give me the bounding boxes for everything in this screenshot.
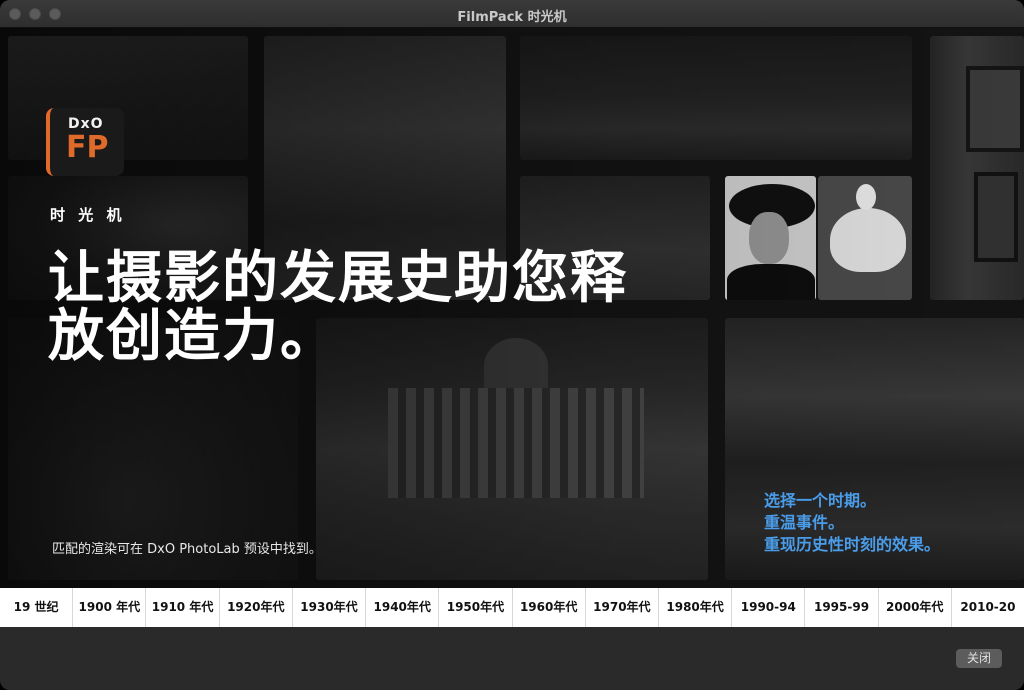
decade-1930s[interactable]: 1930年代 (293, 588, 367, 627)
footer-bar: 关闭 (0, 627, 1024, 690)
decade-1995-99[interactable]: 1995-99 (805, 588, 879, 627)
headline-line-1: 让摄影的发展史助您释 (48, 246, 628, 311)
dxo-filmpack-logo: DxO FP (46, 108, 124, 176)
decade-1940s[interactable]: 1940年代 (366, 588, 440, 627)
decade-1900s[interactable]: 1900 年代 (73, 588, 147, 627)
decade-1970s[interactable]: 1970年代 (586, 588, 659, 627)
decade-1950s[interactable]: 1950年代 (439, 588, 513, 627)
presets-footnote: 匹配的渲染可在 DxO PhotoLab 预设中找到。 (52, 542, 322, 557)
logo-product: FP (66, 130, 109, 165)
decade-selector: 19 世纪 1900 年代 1910 年代 1920年代 1930年代 1940… (0, 588, 1024, 627)
close-button[interactable]: 关闭 (956, 649, 1002, 668)
headline-line-2: 放创造力。 (48, 304, 338, 369)
decade-1960s[interactable]: 1960年代 (513, 588, 586, 627)
section-kicker: 时 光 机 (50, 206, 126, 224)
hero-collage: DxO FP 时 光 机 让摄影的发展史助您释 放创造力。 匹配的渲染可在 Dx… (0, 28, 1024, 588)
decade-2000s[interactable]: 2000年代 (879, 588, 952, 627)
tagline-line-1: 选择一个时期。 (764, 491, 877, 510)
decade-1920s[interactable]: 1920年代 (220, 588, 293, 627)
hero-headline: 让摄影的发展史助您释 放创造力。 (48, 250, 668, 366)
tagline-line-3: 重现历史性时刻的效果。 (764, 535, 941, 554)
tagline: 选择一个时期。 重温事件。 重现历史性时刻的效果。 (764, 490, 940, 556)
filmpack-window: FilmPack 时光机 DxO FP 时 光 机 让摄影的发展史助您释 放创造… (0, 0, 1024, 690)
tagline-line-2: 重温事件。 (764, 513, 845, 532)
decade-2010-20[interactable]: 2010-20 (952, 588, 1024, 627)
decade-19th-century[interactable]: 19 世纪 (0, 588, 74, 627)
decade-1980s[interactable]: 1980年代 (659, 588, 733, 627)
window-title: FilmPack 时光机 (457, 10, 567, 25)
decade-1990-94[interactable]: 1990-94 (732, 588, 806, 627)
title-bar: FilmPack 时光机 (0, 0, 1024, 28)
decade-1910s[interactable]: 1910 年代 (146, 588, 220, 627)
